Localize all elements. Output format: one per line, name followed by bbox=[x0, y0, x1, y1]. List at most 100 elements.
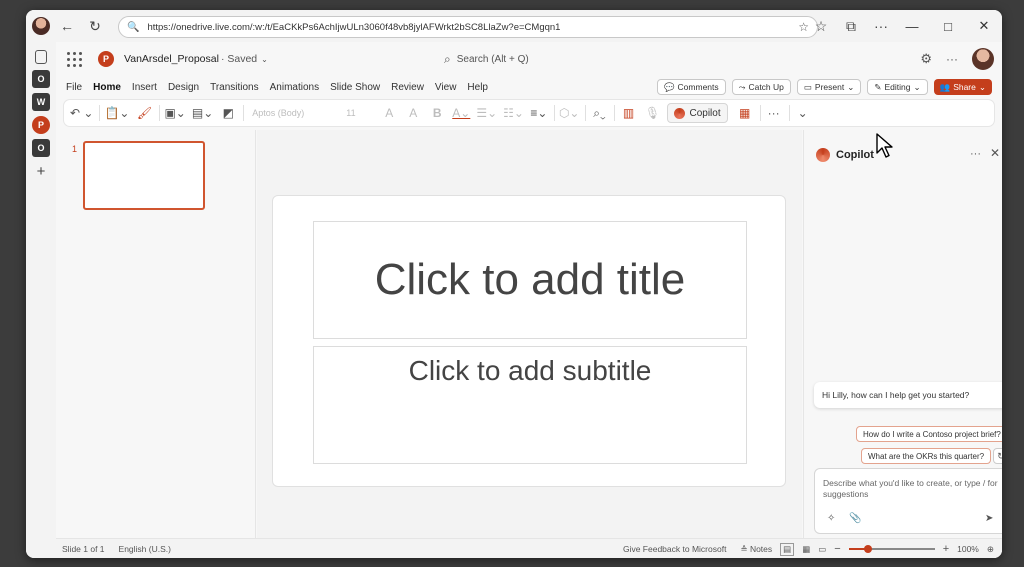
tab-help[interactable]: Help bbox=[467, 82, 488, 93]
tab-review[interactable]: Review bbox=[391, 82, 424, 93]
refresh-icon[interactable]: ↻ bbox=[84, 15, 106, 37]
browser-more-icon[interactable]: ··· bbox=[868, 15, 894, 37]
language-indicator[interactable]: English (U.S.) bbox=[119, 544, 171, 554]
slide-canvas[interactable]: Click to add title Click to add subtitle bbox=[272, 195, 786, 487]
numbering-icon[interactable]: ☷⌄ bbox=[503, 103, 524, 123]
slide-sorter-icon[interactable]: ▦ bbox=[802, 544, 810, 555]
outlook-tab-icon[interactable]: O bbox=[32, 70, 50, 88]
sparkle-prompts-icon[interactable]: ✧ bbox=[827, 513, 835, 524]
user-avatar[interactable] bbox=[972, 48, 994, 70]
back-icon[interactable]: ← bbox=[56, 15, 78, 37]
app-header: P VanArsdel_Proposal · Saved ⌄ ⌕ Search … bbox=[56, 42, 1002, 76]
divider bbox=[243, 105, 245, 121]
shapes-icon[interactable]: ⬡⌄ bbox=[559, 103, 580, 123]
catch-up-button[interactable]: ⤳ Catch Up bbox=[731, 79, 791, 95]
dictate-icon[interactable]: 🎙 bbox=[643, 103, 661, 123]
feedback-link[interactable]: Give Feedback to Microsoft bbox=[623, 544, 726, 554]
title-placeholder[interactable]: Click to add title bbox=[313, 221, 747, 339]
reading-view-icon[interactable]: ▭ bbox=[818, 544, 826, 555]
paste-icon[interactable]: 📋⌄ bbox=[104, 103, 129, 123]
font-color-icon[interactable]: A⌄ bbox=[452, 103, 470, 123]
tab-animations[interactable]: Animations bbox=[270, 82, 319, 93]
notes-toggle[interactable]: ≙ Notes bbox=[740, 544, 772, 555]
mouse-cursor-icon bbox=[876, 133, 893, 158]
add-ins-icon[interactable]: ▦ bbox=[736, 103, 754, 123]
send-icon[interactable]: ➤ bbox=[985, 513, 993, 524]
copilot-prompt-input[interactable]: Describe what you'd like to create, or t… bbox=[814, 468, 1002, 534]
comments-button[interactable]: 💬 Comments bbox=[656, 79, 726, 95]
onedrive-tab-icon[interactable]: W bbox=[32, 93, 50, 111]
layout-icon[interactable]: ▤⌄ bbox=[192, 103, 213, 123]
favorites-icon[interactable]: ☆ bbox=[808, 15, 834, 37]
zoom-in-icon[interactable]: + bbox=[943, 543, 949, 555]
zoom-slider-thumb[interactable] bbox=[863, 545, 872, 553]
address-bar[interactable]: 🔍 https://onedrive.live.com/:w:/t/EaCKkP… bbox=[118, 16, 818, 38]
font-name-select[interactable]: Aptos (Body) bbox=[248, 104, 336, 122]
editing-mode-button[interactable]: ✎ Editing ⌄ bbox=[867, 79, 928, 95]
outlook-secondary-tab-icon[interactable]: O bbox=[32, 139, 50, 157]
slide-thumbnail[interactable] bbox=[83, 141, 205, 210]
new-slide-icon[interactable]: ▣⌄ bbox=[164, 103, 185, 123]
present-button[interactable]: ▭ Present ⌄ bbox=[796, 79, 862, 95]
tab-transitions[interactable]: Transitions bbox=[210, 82, 259, 93]
notes-label: Notes bbox=[749, 543, 773, 554]
reset-slide-icon[interactable]: ◩ bbox=[219, 103, 237, 123]
tab-design[interactable]: Design bbox=[168, 82, 199, 93]
settings-gear-icon[interactable]: ⚙ bbox=[920, 51, 932, 67]
editing-label: Editing bbox=[884, 82, 911, 92]
grow-font-icon[interactable]: A bbox=[380, 103, 398, 123]
ribbon-toolbar: ↶ ⌄ 📋⌄ 🖌 ▣⌄ ▤⌄ ◩ Aptos (Body) 11 A A B A… bbox=[64, 100, 994, 126]
fit-to-window-icon[interactable]: ⊕ bbox=[987, 544, 994, 555]
tab-home[interactable]: Home bbox=[93, 82, 121, 93]
collections-icon[interactable]: ⧉ bbox=[838, 15, 864, 37]
undo-icon[interactable]: ↶ ⌄ bbox=[70, 103, 93, 123]
powerpoint-tab-icon[interactable]: P bbox=[32, 116, 50, 134]
menu-actions: 💬 Comments ⤳ Catch Up ▭ Present ⌄ ✎ Edit… bbox=[656, 76, 992, 98]
browser-profile-avatar[interactable] bbox=[32, 17, 50, 35]
ribbon-more-icon[interactable]: ··· bbox=[765, 103, 783, 123]
refresh-suggestions-icon[interactable]: ↻ bbox=[993, 448, 1002, 464]
find-icon[interactable]: ⌕⌄ bbox=[590, 103, 608, 123]
chevron-down-icon[interactable]: ⌄ bbox=[261, 55, 268, 64]
divider bbox=[788, 105, 790, 121]
more-options-icon[interactable]: ··· bbox=[946, 52, 958, 66]
suggestion-chip[interactable]: How do I write a Contoso project brief? bbox=[856, 426, 1002, 442]
maximize-icon[interactable]: □ bbox=[930, 19, 966, 34]
attach-icon[interactable]: 📎 bbox=[849, 513, 861, 524]
font-size-select[interactable]: 11 bbox=[342, 104, 374, 122]
tab-slide-show[interactable]: Slide Show bbox=[330, 82, 380, 93]
close-icon[interactable]: ✕ bbox=[990, 146, 1000, 160]
designer-icon[interactable]: ▥ bbox=[619, 103, 637, 123]
save-status[interactable]: · Saved bbox=[221, 53, 257, 65]
slide-editor: Click to add title Click to add subtitle bbox=[257, 130, 802, 538]
bullets-icon[interactable]: ☰⌄ bbox=[476, 103, 497, 123]
tab-actions-icon[interactable] bbox=[35, 50, 47, 64]
divider bbox=[99, 105, 101, 121]
align-icon[interactable]: ≡⌄ bbox=[530, 103, 548, 123]
document-title[interactable]: VanArsdel_Proposal bbox=[124, 53, 219, 65]
header-right: ⚙ ··· bbox=[920, 48, 994, 70]
normal-view-icon[interactable]: ▤ bbox=[780, 542, 795, 556]
format-painter-icon[interactable]: 🖌 bbox=[135, 103, 153, 123]
chevron-down-icon[interactable]: ⌄ bbox=[847, 82, 854, 93]
shrink-font-icon[interactable]: A bbox=[404, 103, 422, 123]
subtitle-placeholder[interactable]: Click to add subtitle bbox=[313, 346, 747, 464]
tab-file[interactable]: File bbox=[66, 82, 82, 93]
zoom-slider[interactable] bbox=[848, 545, 935, 553]
close-window-icon[interactable]: ✕ bbox=[966, 18, 1002, 34]
copilot-ribbon-button[interactable]: Copilot bbox=[667, 103, 728, 123]
search-input[interactable]: ⌕ Search (Alt + Q) bbox=[436, 48, 646, 70]
tab-insert[interactable]: Insert bbox=[132, 82, 157, 93]
app-launcher-icon[interactable] bbox=[64, 49, 84, 69]
zoom-out-icon[interactable]: − bbox=[834, 543, 840, 555]
new-tab-icon[interactable]: + bbox=[32, 162, 50, 180]
bold-icon[interactable]: B bbox=[428, 103, 446, 123]
suggestion-chip[interactable]: What are the OKRs this quarter? bbox=[861, 448, 992, 464]
tab-view[interactable]: View bbox=[435, 82, 457, 93]
zoom-level[interactable]: 100% bbox=[957, 544, 979, 554]
pencil-icon: ✎ bbox=[874, 81, 882, 92]
copilot-more-icon[interactable]: ··· bbox=[970, 148, 981, 160]
minimize-icon[interactable]: — bbox=[894, 19, 930, 34]
share-button[interactable]: 👥 Share ⌄ bbox=[933, 79, 992, 95]
ribbon-collapse-chevron-icon[interactable]: ⌄ bbox=[794, 103, 812, 123]
